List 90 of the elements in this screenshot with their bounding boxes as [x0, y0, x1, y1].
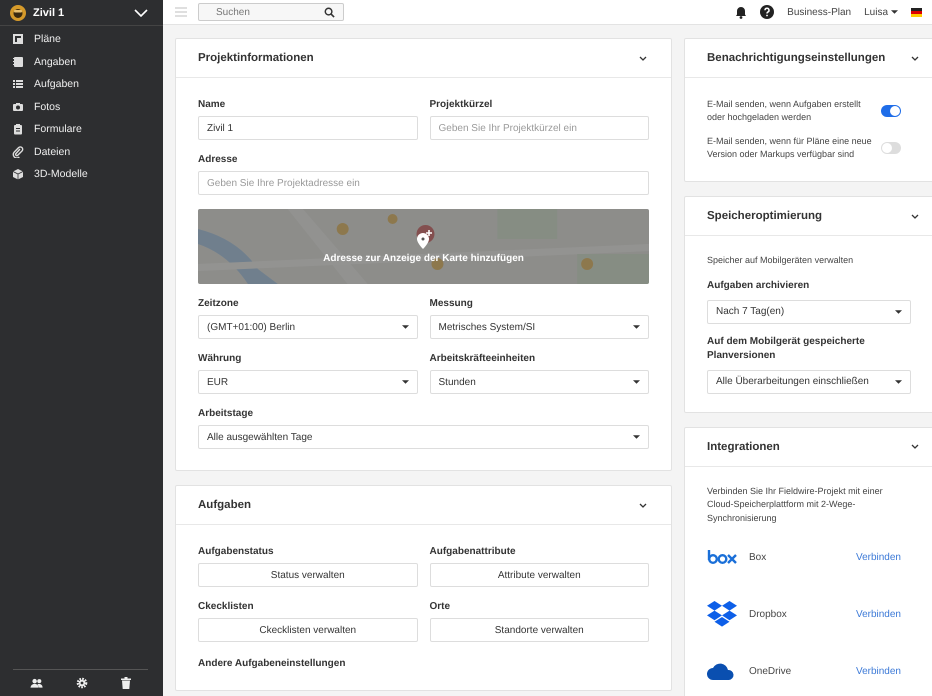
- caret-icon: [895, 310, 902, 314]
- manage-button[interactable]: Standorte verwalten: [430, 618, 649, 642]
- sidebar-item[interactable]: Aufgaben: [0, 73, 163, 96]
- caret-icon: [633, 435, 640, 439]
- sidebar-item[interactable]: Angaben: [0, 50, 163, 73]
- connect-link[interactable]: Verbinden: [856, 666, 901, 677]
- manage-button[interactable]: Status verwalten: [198, 563, 418, 587]
- chevron-down-icon[interactable]: [911, 214, 919, 219]
- project-name[interactable]: Zivil 1: [33, 6, 127, 18]
- bell-icon[interactable]: [735, 6, 748, 18]
- field-label: Arbeitskräfteeinheiten: [430, 353, 536, 364]
- card-title: Benachrichtigungseinstellungen: [707, 52, 886, 64]
- dropdown[interactable]: Stunden: [430, 370, 649, 394]
- field-label: Aufgabenstatus: [198, 546, 275, 557]
- chevron-down-icon[interactable]: [911, 444, 919, 450]
- trash-icon[interactable]: [121, 677, 132, 689]
- toggle-switch[interactable]: [881, 105, 901, 118]
- field-label: Aufgaben archivieren: [707, 278, 810, 293]
- paperclip-icon: [12, 146, 24, 158]
- setting-label: E-Mail senden, wenn Aufgaben erstellt oder hochgeladen werden: [707, 98, 862, 124]
- field-label: Adresse: [198, 154, 238, 165]
- sidebar-item[interactable]: Formulare: [0, 118, 163, 140]
- notebook-icon: [12, 56, 24, 68]
- plan-sheet-icon: [12, 33, 24, 46]
- camera-icon: [12, 100, 24, 113]
- manage-button[interactable]: Attribute verwalten: [430, 563, 649, 587]
- user-menu[interactable]: Luisa: [864, 6, 898, 18]
- flag-icon[interactable]: [911, 8, 922, 16]
- input-field[interactable]: Geben Sie Ihre Projektadresse ein: [198, 171, 649, 195]
- toggle-switch[interactable]: [881, 142, 901, 154]
- field-label: Ckecklisten: [198, 601, 255, 612]
- settings-icon[interactable]: [76, 677, 88, 689]
- section-heading: Andere Aufgabeneinstellungen: [198, 658, 346, 669]
- input-field[interactable]: Zivil 1: [198, 116, 418, 140]
- field-label: Währung: [198, 353, 242, 364]
- cloud-logo-icon: [707, 662, 735, 680]
- dropdown[interactable]: Alle Überarbeitungen einschließen: [707, 370, 911, 394]
- dropdown[interactable]: Alle ausgewählten Tage: [198, 425, 649, 449]
- field-label: Auf dem Mobilgerät gespeicherte Planversionen: [707, 334, 866, 363]
- description-text: Verbinden Sie Ihr Fieldwire-Projekt mit einer Cloud-Speicherplattform mit 2-Wege-Synchronisierung: [707, 484, 884, 525]
- dropdown[interactable]: Metrisches System/SI: [430, 315, 649, 339]
- chevron-down-icon[interactable]: [639, 56, 647, 60]
- field-label: Arbeitstage: [198, 408, 254, 419]
- caret-icon: [402, 380, 408, 384]
- project-avatar-icon: [10, 4, 26, 20]
- setting-label: E-Mail senden, wenn für Pläne eine neue Version oder Markups verfügbar sind: [707, 135, 873, 162]
- manage-button[interactable]: Ckecklisten verwalten: [198, 618, 418, 642]
- caret-icon: [402, 325, 408, 329]
- sidebar-item[interactable]: Fotos: [0, 96, 163, 118]
- field-label: Aufgabenattribute: [430, 546, 517, 557]
- connect-link[interactable]: Verbinden: [856, 552, 901, 563]
- input-field[interactable]: Geben Sie Ihr Projektkürzel ein: [430, 116, 649, 140]
- caret-icon: [633, 325, 640, 329]
- map-caption: Adresse zur Anzeige der Karte hinzufügen: [323, 252, 524, 264]
- sidebar-item[interactable]: Pläne: [0, 28, 163, 50]
- plan-link[interactable]: Business-Plan: [787, 6, 852, 18]
- dropdown[interactable]: EUR: [198, 370, 418, 394]
- service-name: OneDrive: [749, 666, 792, 677]
- map-pin-add-icon[interactable]: [414, 230, 432, 250]
- card-title: Speicheroptimierung: [707, 210, 822, 222]
- cube-icon: [12, 168, 24, 180]
- service-name: Box: [749, 552, 768, 563]
- help-icon[interactable]: [760, 5, 774, 19]
- card-title: Integrationen: [707, 440, 780, 453]
- card-title: Projektinformationen: [198, 52, 314, 64]
- clipboard-icon: [12, 123, 24, 136]
- sidebar-item[interactable]: Dateien: [0, 140, 163, 163]
- sidebar-item[interactable]: 3D-Modelle: [0, 163, 163, 186]
- connect-link[interactable]: Verbinden: [856, 608, 901, 620]
- description-text: Speicher auf Mobilgeräten verwalten: [707, 254, 854, 268]
- service-name: Dropbox: [749, 608, 788, 620]
- dropdown[interactable]: Nach 7 Tag(en): [707, 300, 911, 324]
- search-icon: [324, 7, 335, 18]
- caret-icon: [633, 380, 640, 384]
- box-logo-icon: [707, 550, 738, 564]
- chevron-down-icon[interactable]: [911, 56, 919, 60]
- search-field[interactable]: Suchen: [198, 3, 344, 21]
- field-label: Name: [198, 99, 226, 110]
- chevron-down-icon[interactable]: [639, 502, 647, 508]
- list-icon: [12, 78, 24, 90]
- field-label: Projektkürzel: [430, 99, 494, 110]
- caret-icon: [895, 380, 902, 384]
- people-icon[interactable]: [30, 678, 43, 688]
- field-label: Orte: [430, 601, 452, 612]
- dropdown[interactable]: (GMT+01:00) Berlin: [198, 315, 418, 339]
- dropbox-logo-icon: [707, 601, 737, 628]
- card-title: Aufgaben: [198, 499, 252, 511]
- field-label: Messung: [430, 298, 474, 309]
- caret-icon: [891, 10, 898, 14]
- field-label: Zeitzone: [198, 298, 240, 309]
